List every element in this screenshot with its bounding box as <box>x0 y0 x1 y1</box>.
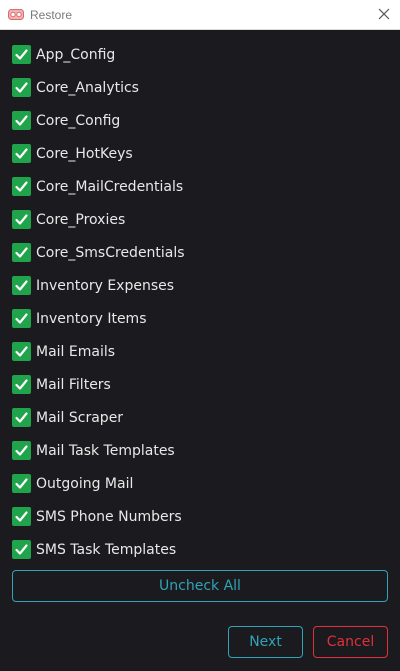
checkbox[interactable] <box>12 177 31 196</box>
item-label: Outgoing Mail <box>36 475 134 492</box>
list-item[interactable]: Core_SmsCredentials <box>12 236 388 269</box>
checkbox[interactable] <box>12 78 31 97</box>
item-label: Mail Emails <box>36 343 116 360</box>
checkbox[interactable] <box>12 540 31 559</box>
item-label: Mail Filters <box>36 376 111 393</box>
checkbox[interactable] <box>12 507 31 526</box>
checkbox[interactable] <box>12 111 31 130</box>
checkmark-icon <box>15 82 28 93</box>
checkmark-icon <box>15 478 28 489</box>
checkbox[interactable] <box>12 309 31 328</box>
list-item[interactable]: Mail Scraper <box>12 401 388 434</box>
checkmark-icon <box>15 511 28 522</box>
tape-reel-icon <box>8 9 24 20</box>
window-title: Restore <box>30 8 73 22</box>
item-label: Inventory Expenses <box>36 277 175 294</box>
item-label: Inventory Items <box>36 310 147 327</box>
item-label: SMS Phone Numbers <box>36 508 182 525</box>
checkmark-icon <box>15 346 28 357</box>
list-item[interactable]: Core_MailCredentials <box>12 170 388 203</box>
list-item[interactable]: Inventory Expenses <box>12 269 388 302</box>
next-button[interactable]: Next <box>228 626 303 658</box>
list-item[interactable]: Mail Filters <box>12 368 388 401</box>
list-item[interactable]: Outgoing Mail <box>12 467 388 500</box>
list-item[interactable]: Core_Analytics <box>12 71 388 104</box>
list-item[interactable]: Core_Proxies <box>12 203 388 236</box>
item-label: Core_HotKeys <box>36 145 133 162</box>
checkmark-icon <box>15 181 28 192</box>
checkmark-icon <box>15 412 28 423</box>
checkbox[interactable] <box>12 441 31 460</box>
list-item[interactable]: Core_HotKeys <box>12 137 388 170</box>
checkbox[interactable] <box>12 375 31 394</box>
checkbox[interactable] <box>12 45 31 64</box>
checkmark-icon <box>15 445 28 456</box>
checkbox[interactable] <box>12 243 31 262</box>
checkmark-icon <box>15 313 28 324</box>
cancel-button[interactable]: Cancel <box>313 626 388 658</box>
list-item[interactable]: Mail Task Templates <box>12 434 388 467</box>
title-bar: Restore <box>0 0 400 30</box>
checkmark-icon <box>15 544 28 555</box>
item-label: Core_Config <box>36 112 121 129</box>
checkbox[interactable] <box>12 210 31 229</box>
checkmark-icon <box>15 280 28 291</box>
checkbox[interactable] <box>12 408 31 427</box>
checkbox[interactable] <box>12 474 31 493</box>
item-label: SMS Task Templates <box>36 541 177 558</box>
checkmark-icon <box>15 379 28 390</box>
checkmark-icon <box>15 148 28 159</box>
list-item[interactable]: SMS Task Templates <box>12 533 388 566</box>
list-item[interactable]: Inventory Items <box>12 302 388 335</box>
item-label: Core_Analytics <box>36 79 139 96</box>
item-label: Core_Proxies <box>36 211 126 228</box>
item-label: App_Config <box>36 46 116 63</box>
checkmark-icon <box>15 115 28 126</box>
list-item[interactable]: Core_Config <box>12 104 388 137</box>
uncheck-all-button[interactable]: Uncheck All <box>12 570 388 602</box>
item-label: Core_SmsCredentials <box>36 244 185 261</box>
checkbox[interactable] <box>12 144 31 163</box>
checkbox[interactable] <box>12 342 31 361</box>
list-item[interactable]: SMS Phone Numbers <box>12 500 388 533</box>
checkmark-icon <box>15 247 28 258</box>
item-label: Core_MailCredentials <box>36 178 184 195</box>
checkmark-icon <box>15 214 28 225</box>
close-icon[interactable] <box>376 6 392 22</box>
item-label: Mail Task Templates <box>36 442 175 459</box>
item-label: Mail Scraper <box>36 409 124 426</box>
list-item[interactable]: App_Config <box>12 38 388 71</box>
checkmark-icon <box>15 49 28 60</box>
restore-item-list: App_Config Core_Analytics Core_Config Core_… <box>12 38 388 566</box>
list-item[interactable]: Mail Emails <box>12 335 388 368</box>
checkbox[interactable] <box>12 276 31 295</box>
